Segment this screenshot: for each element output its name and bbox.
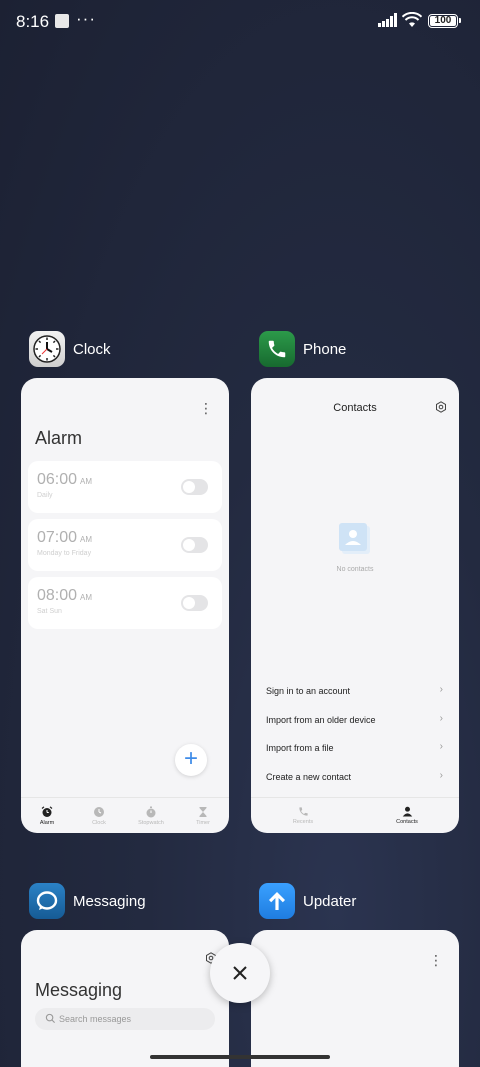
clock-app-card[interactable]: ⋮ Alarm 06:00 AM Daily 07:00 AM Monday to …	[21, 378, 229, 833]
tab-stopwatch[interactable]: Stopwatch	[125, 798, 177, 833]
alarm-time: 07:00 AM	[37, 529, 92, 547]
messaging-app-header[interactable]: Messaging	[29, 883, 146, 919]
tab-label: Contacts	[396, 819, 418, 825]
updater-app-icon	[259, 883, 295, 919]
add-alarm-button[interactable]: +	[175, 744, 207, 776]
more-options-icon[interactable]: ⋮	[429, 952, 443, 969]
messaging-app-name: Messaging	[73, 892, 146, 910]
messaging-title: Messaging	[35, 980, 123, 1000]
tab-clock[interactable]: Clock	[73, 798, 125, 833]
tab-label: Alarm	[39, 819, 55, 826]
alarm-repeat: Sat Sun	[37, 608, 62, 615]
signal-icon	[378, 13, 397, 27]
alarm-time-value: 06:00	[37, 471, 78, 488]
empty-contacts-icon	[339, 523, 370, 554]
search-icon	[45, 1013, 56, 1024]
import-older-device-item[interactable]: Import from an older device	[266, 715, 446, 725]
alarm-ampm: AM	[80, 535, 93, 544]
chevron-right-icon: ›	[439, 741, 443, 752]
clock-app-header[interactable]: Clock	[29, 331, 111, 367]
no-contacts-text: No contacts	[336, 566, 374, 573]
battery-icon: 100	[428, 14, 461, 28]
phone-bottom-nav: Recents Contacts	[251, 797, 459, 833]
alarm-title: Alarm	[35, 428, 83, 448]
tab-contacts[interactable]: Contacts	[355, 798, 459, 833]
tab-label: Timer	[196, 819, 210, 826]
search-messages-input[interactable]: Search messages	[35, 1008, 215, 1030]
alarm-time: 06:00 AM	[37, 471, 92, 489]
sign-in-account-item[interactable]: Sign in to an account	[266, 686, 446, 696]
wifi-icon	[402, 12, 422, 27]
clock-app-icon	[29, 331, 65, 367]
chevron-right-icon: ›	[439, 713, 443, 724]
alarm-item[interactable]: 06:00 AM Daily	[28, 461, 222, 513]
tab-label: Stopwatch	[138, 819, 164, 826]
messaging-app-icon	[29, 883, 65, 919]
clock-icon	[94, 806, 104, 817]
alarm-toggle[interactable]	[181, 537, 208, 553]
alarm-item[interactable]: 08:00 AM Sat Sun	[28, 577, 222, 629]
alarm-toggle[interactable]	[181, 595, 208, 611]
alarm-clock-icon	[41, 805, 53, 817]
alarm-repeat: Daily	[37, 492, 53, 499]
notification-square-icon	[55, 14, 69, 28]
alarm-time: 08:00 AM	[37, 587, 92, 605]
tab-alarm[interactable]: Alarm	[21, 798, 73, 833]
updater-app-name: Updater	[303, 892, 357, 910]
stopwatch-icon	[146, 806, 156, 817]
tab-recents[interactable]: Recents	[251, 798, 355, 833]
tab-label: Clock	[92, 819, 106, 826]
clock-app-name: Clock	[73, 340, 111, 358]
contacts-title: Contacts	[333, 402, 377, 414]
alarm-time-value: 07:00	[37, 529, 78, 546]
phone-icon	[298, 807, 308, 816]
updater-app-header[interactable]: Updater	[259, 883, 356, 919]
status-bar: 8:16 ··· 100	[0, 0, 480, 44]
settings-gear-icon[interactable]	[435, 401, 447, 413]
alarm-item[interactable]: 07:00 AM Monday to Friday	[28, 519, 222, 571]
clear-all-button[interactable]	[210, 943, 270, 1003]
hourglass-icon	[199, 806, 207, 817]
more-notifications-icon: ···	[76, 9, 96, 28]
tab-label: Recents	[292, 819, 314, 825]
alarm-repeat: Monday to Friday	[37, 550, 92, 557]
updater-app-card[interactable]: ⋮	[251, 930, 459, 1067]
create-contact-item[interactable]: Create a new contact	[266, 772, 446, 782]
phone-app-card[interactable]: Contacts No contacts Sign in to an accou…	[251, 378, 459, 833]
alarm-ampm: AM	[80, 593, 93, 602]
tab-timer[interactable]: Timer	[177, 798, 229, 833]
home-indicator[interactable]	[150, 1055, 330, 1059]
phone-app-name: Phone	[303, 340, 347, 358]
clock-bottom-nav: Alarm Clock Stopwatch Timer	[21, 797, 229, 833]
battery-level: 100	[430, 16, 456, 26]
person-icon	[402, 806, 412, 817]
more-options-icon[interactable]: ⋮	[199, 400, 213, 417]
alarm-toggle[interactable]	[181, 479, 208, 495]
phone-app-header[interactable]: Phone	[259, 331, 346, 367]
import-file-item[interactable]: Import from a file	[266, 743, 446, 753]
phone-app-icon	[259, 331, 295, 367]
status-time: 8:16	[16, 12, 50, 31]
close-icon	[233, 966, 247, 980]
chevron-right-icon: ›	[439, 770, 443, 781]
search-placeholder: Search messages	[59, 1014, 132, 1024]
alarm-ampm: AM	[80, 477, 93, 486]
chevron-right-icon: ›	[439, 684, 443, 695]
messaging-app-card[interactable]: Messaging Search messages	[21, 930, 229, 1067]
alarm-time-value: 08:00	[37, 587, 78, 604]
